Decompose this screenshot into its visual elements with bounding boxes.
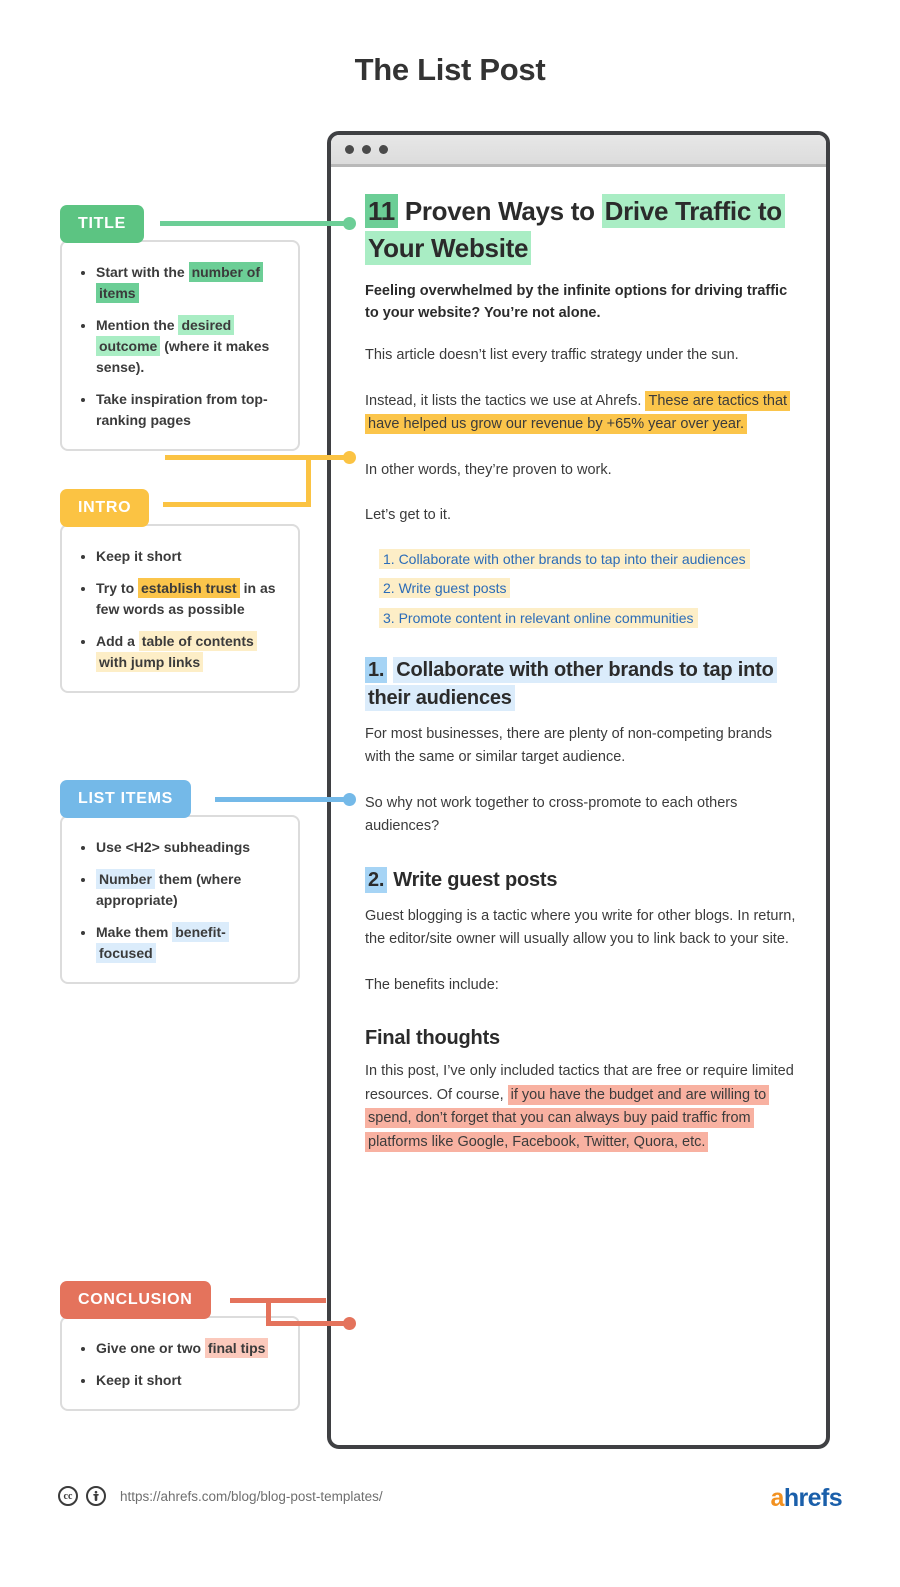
card-title-list: Start with the number of items Mention t… bbox=[78, 262, 282, 431]
section-1-paragraph-2: So why not work together to cross-promot… bbox=[365, 794, 738, 834]
connector-conclusion-h2 bbox=[266, 1321, 350, 1326]
article-body: 11 Proven Ways to Drive Traffic to Your … bbox=[331, 167, 826, 1196]
article-section-1-heading: 1. Collaborate with other brands to tap i… bbox=[365, 656, 800, 713]
article-paragraph-3: In other words, they’re proven to work. bbox=[365, 461, 612, 478]
toc-item-label[interactable]: 3. Promote content in relevant online co… bbox=[379, 608, 698, 629]
section-1-paragraph-1: For most businesses, there are plenty of… bbox=[365, 725, 773, 766]
toc-item[interactable]: 2. Write guest posts bbox=[379, 577, 800, 600]
final-thoughts-paragraph: In this post, I’ve only included tactics… bbox=[365, 1060, 800, 1154]
tag-title: TITLE bbox=[60, 205, 144, 243]
list-item-before: Take inspiration from top-ranking pages bbox=[96, 391, 268, 428]
list-item: Number them (where appropriate) bbox=[96, 869, 282, 911]
card-title: Start with the number of items Mention t… bbox=[60, 240, 300, 451]
connector-dot-list-items bbox=[343, 793, 356, 806]
list-item: Keep it short bbox=[96, 546, 282, 567]
footer-url[interactable]: https://ahrefs.com/blog/blog-post-templa… bbox=[120, 1489, 383, 1504]
article-lead: Feeling overwhelmed by the infinite opti… bbox=[365, 282, 788, 321]
card-intro-list: Keep it short Try to establish trust in … bbox=[78, 546, 282, 673]
list-item-before: Make them bbox=[96, 924, 173, 940]
card-conclusion-list: Give one or two final tips Keep it short bbox=[78, 1338, 282, 1391]
card-intro: Keep it short Try to establish trust in … bbox=[60, 524, 300, 693]
list-item: Take inspiration from top-ranking pages bbox=[96, 389, 282, 431]
tag-list-items: LIST ITEMS bbox=[60, 780, 191, 818]
article-paragraph-2: Instead, it lists the tactics we use at … bbox=[365, 390, 800, 437]
toc-item-label[interactable]: 1. Collaborate with other brands to tap … bbox=[379, 548, 750, 569]
connector-dot-title bbox=[343, 217, 356, 230]
list-item: Mention the desired outcome (where it ma… bbox=[96, 315, 282, 378]
article-h1-mid: Proven Ways to bbox=[397, 196, 602, 226]
article-h1-number: 11 bbox=[365, 194, 398, 228]
list-item-mark: Number bbox=[96, 869, 155, 889]
tag-list-items-label: LIST ITEMS bbox=[78, 790, 173, 807]
article-paragraph-1: This article doesn’t list every traffic … bbox=[365, 347, 739, 364]
list-item-before: Keep it short bbox=[96, 1372, 182, 1388]
list-item-before: Start with the bbox=[96, 264, 189, 280]
section-2-paragraph-2: The benefits include: bbox=[365, 976, 499, 993]
window-close-dot-icon[interactable] bbox=[345, 145, 354, 154]
list-item-before: Give one or two bbox=[96, 1340, 205, 1356]
list-item-before: Try to bbox=[96, 580, 139, 596]
list-item: Use <H2> subheadings bbox=[96, 837, 282, 858]
tag-intro-label: INTRO bbox=[78, 499, 132, 516]
list-item-mark: final tips bbox=[204, 1338, 269, 1358]
list-item: Make them benefit-focused bbox=[96, 922, 282, 964]
section-1-title: Collaborate with other brands to tap int… bbox=[365, 656, 777, 712]
list-item: Give one or two final tips bbox=[96, 1338, 282, 1359]
footer: cc https://ahrefs.com/blog/blog-post-tem… bbox=[58, 1486, 383, 1506]
connector-list-items bbox=[215, 797, 350, 802]
connector-dot-intro bbox=[343, 451, 356, 464]
creative-commons-icon: cc bbox=[58, 1486, 78, 1506]
ahrefs-logo: ahrefs bbox=[770, 1484, 843, 1513]
toc-item[interactable]: 1. Collaborate with other brands to tap … bbox=[379, 548, 800, 571]
list-item-before: Add a bbox=[96, 633, 139, 649]
list-item: Start with the number of items bbox=[96, 262, 282, 304]
list-item: Try to establish trust in as few words a… bbox=[96, 578, 282, 620]
section-2-number: 2. bbox=[365, 867, 388, 894]
connector-conclusion-h1 bbox=[230, 1298, 326, 1303]
card-list-items: Use <H2> subheadings Number them (where … bbox=[60, 815, 300, 984]
infographic-page: The List Post 11 Proven Ways to Drive Tr… bbox=[0, 0, 900, 1587]
ahrefs-logo-rest: hrefs bbox=[783, 1484, 843, 1512]
tag-intro: INTRO bbox=[60, 489, 150, 527]
list-item: Keep it short bbox=[96, 1370, 282, 1391]
list-item-mark: establish trust bbox=[138, 578, 240, 598]
window-maximize-dot-icon[interactable] bbox=[379, 145, 388, 154]
section-1-number: 1. bbox=[365, 656, 388, 683]
card-list-items-list: Use <H2> subheadings Number them (where … bbox=[78, 837, 282, 964]
article-paragraph-4: Let’s get to it. bbox=[365, 507, 451, 524]
ahrefs-logo-a: a bbox=[770, 1484, 785, 1512]
connector-intro-h1 bbox=[165, 455, 350, 460]
article-h1: 11 Proven Ways to Drive Traffic to Your … bbox=[365, 193, 800, 267]
article-paragraph-2-plain: Instead, it lists the tactics we use at … bbox=[365, 392, 646, 409]
section-2-paragraph-1: Guest blogging is a tactic where you wri… bbox=[365, 907, 796, 948]
list-item-before: Use <H2> subheadings bbox=[96, 839, 251, 855]
article-section-2-heading: 2. Write guest posts bbox=[365, 866, 800, 894]
connector-intro-v bbox=[306, 455, 311, 507]
toc-item-label[interactable]: 2. Write guest posts bbox=[379, 578, 511, 599]
cc-attribution-icon bbox=[86, 1486, 106, 1506]
card-conclusion: Give one or two final tips Keep it short bbox=[60, 1316, 300, 1411]
tag-conclusion: CONCLUSION bbox=[60, 1281, 211, 1319]
connector-title bbox=[160, 221, 350, 226]
connector-dot-conclusion bbox=[343, 1317, 356, 1330]
table-of-contents: 1. Collaborate with other brands to tap … bbox=[379, 548, 800, 630]
window-minimize-dot-icon[interactable] bbox=[362, 145, 371, 154]
page-title: The List Post bbox=[354, 52, 546, 87]
tag-conclusion-label: CONCLUSION bbox=[78, 1291, 193, 1308]
list-item: Add a table of contents with jump links bbox=[96, 631, 282, 673]
toc-item[interactable]: 3. Promote content in relevant online co… bbox=[379, 607, 800, 630]
final-thoughts-heading: Final thoughts bbox=[365, 1027, 500, 1050]
section-2-title: Write guest posts bbox=[393, 869, 558, 892]
tag-title-label: TITLE bbox=[78, 215, 126, 232]
list-item-before: Keep it short bbox=[96, 548, 182, 564]
connector-intro-h2 bbox=[163, 502, 311, 507]
browser-window: 11 Proven Ways to Drive Traffic to Your … bbox=[327, 131, 830, 1449]
list-item-before: Mention the bbox=[96, 317, 179, 333]
browser-titlebar bbox=[331, 135, 826, 167]
